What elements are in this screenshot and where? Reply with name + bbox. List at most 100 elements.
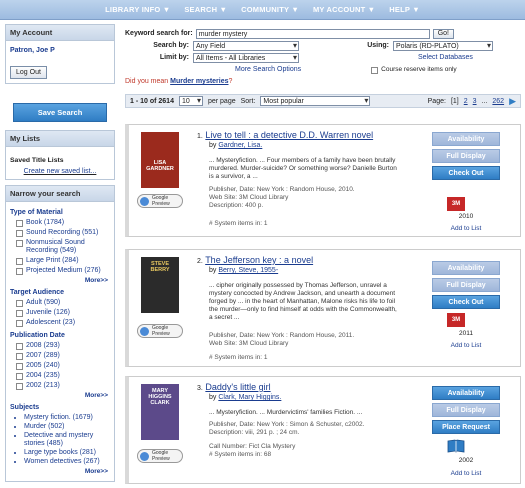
google-icon — [140, 197, 149, 206]
search-panel: Keyword search for: murder mystery Go! S… — [125, 28, 521, 88]
checkbox[interactable] — [16, 240, 23, 247]
result-actions: Availability Full Display Place Request — [432, 386, 500, 437]
subject-item[interactable]: Detective and mystery stories (485) — [24, 432, 110, 448]
facet-item[interactable]: 2002 (213) — [16, 382, 110, 390]
facet-item[interactable]: 2005 (240) — [16, 362, 110, 370]
did-you-mean-prefix: Did you mean — [125, 78, 169, 85]
author-link[interactable]: Berry, Steve, 1955- — [218, 267, 278, 274]
nav-search[interactable]: SEARCH ▼ — [184, 5, 227, 14]
facet-item[interactable]: Sound Recording (551) — [16, 229, 110, 237]
book-cover[interactable]: LISA GARDNER — [141, 132, 179, 188]
facet-item[interactable]: Projected Medium (276) — [16, 267, 110, 275]
subject-item[interactable]: Large type books (281) — [24, 449, 110, 457]
add-to-list-link[interactable]: Add to List — [432, 225, 500, 232]
facet-item[interactable]: Large Print (284) — [16, 257, 110, 265]
next-page-arrow-icon[interactable]: ▶ — [509, 96, 516, 107]
full-display-button[interactable]: Full Display — [432, 403, 500, 417]
pubdate-more-link[interactable]: More>> — [10, 392, 108, 399]
page-link[interactable]: 2 — [464, 98, 468, 105]
result-record: STEVE BERRY Google Preview 2. The Jeffer… — [125, 249, 521, 367]
author-link[interactable]: Gardner, Lisa. — [218, 142, 262, 149]
create-list-link[interactable]: Create new saved list... — [10, 168, 110, 175]
checkbox[interactable] — [16, 363, 23, 370]
course-reserve-checkbox[interactable] — [371, 66, 379, 74]
nav-community[interactable]: COMMUNITY ▼ — [241, 5, 299, 14]
check-out-button[interactable]: Check Out — [432, 295, 500, 309]
availability-button[interactable]: Availability — [432, 386, 500, 400]
my-lists-title: My Lists — [6, 131, 114, 147]
facet-item[interactable]: 2008 (293) — [16, 342, 110, 350]
add-to-list-link[interactable]: Add to List — [432, 342, 500, 349]
availability-button[interactable]: Availability — [432, 261, 500, 275]
checkbox[interactable] — [16, 258, 23, 265]
checkbox[interactable] — [16, 230, 23, 237]
select-databases-link[interactable]: Select Databases — [418, 54, 473, 61]
result-title-link[interactable]: Daddy's little girl — [205, 382, 270, 392]
checkbox[interactable] — [16, 310, 23, 317]
result-title-link[interactable]: The Jefferson key : a novel — [205, 255, 313, 265]
result-record: LISA GARDNER Google Preview 1. Live to t… — [125, 124, 521, 237]
go-button[interactable]: Go! — [432, 28, 454, 39]
google-preview-button[interactable]: Google Preview — [137, 194, 183, 208]
page-link[interactable]: 262 — [492, 98, 504, 105]
keyword-input[interactable]: murder mystery — [195, 28, 430, 39]
google-preview-button[interactable]: Google Preview — [137, 324, 183, 338]
result-author: by Clark, Mary Higgins. — [209, 394, 282, 401]
sort-select[interactable]: Most popular — [260, 96, 371, 106]
subject-item[interactable]: Women detectives (267) — [24, 458, 110, 466]
check-out-button[interactable]: Check Out — [432, 166, 500, 180]
nav-library-info[interactable]: LIBRARY INFO ▼ — [105, 5, 170, 14]
facet-item[interactable]: Juvenile (126) — [16, 309, 110, 317]
checkbox[interactable] — [16, 353, 23, 360]
google-preview-button[interactable]: Google Preview — [137, 449, 183, 463]
facet-item[interactable]: Nonmusical Sound Recording (549) — [16, 239, 110, 255]
3m-cloud-icon: 3M — [447, 313, 465, 327]
subjects-more-link[interactable]: More>> — [10, 468, 108, 475]
checkbox[interactable] — [16, 300, 23, 307]
material-more-link[interactable]: More>> — [10, 277, 108, 284]
sort-label: Sort: — [240, 97, 256, 105]
add-to-list-link[interactable]: Add to List — [432, 470, 500, 477]
my-account-box: My Account Patron, Joe P Log Out — [5, 24, 115, 84]
subjects-list: Mystery fiction. (1679) Murder (502) Det… — [24, 414, 110, 466]
more-search-options-link[interactable]: More Search Options — [235, 66, 301, 73]
result-author: by Berry, Steve, 1955- — [209, 267, 279, 274]
search-by-select[interactable]: Any Field — [193, 40, 299, 51]
page-link[interactable]: 3 — [473, 98, 477, 105]
checkbox[interactable] — [16, 320, 23, 327]
did-you-mean-link[interactable]: Murder mysteries — [170, 78, 228, 85]
checkbox[interactable] — [16, 343, 23, 350]
nav-help[interactable]: HELP ▼ — [389, 5, 420, 14]
full-display-button[interactable]: Full Display — [432, 278, 500, 292]
author-link[interactable]: Clark, Mary Higgins. — [218, 394, 281, 401]
3m-cloud-icon: 3M — [447, 197, 465, 211]
full-display-button[interactable]: Full Display — [432, 149, 500, 163]
availability-button[interactable]: Availability — [432, 132, 500, 146]
checkbox[interactable] — [16, 373, 23, 380]
checkbox[interactable] — [16, 268, 23, 275]
logout-button[interactable]: Log Out — [10, 66, 47, 79]
book-cover[interactable]: MARY HIGGINS CLARK — [141, 384, 179, 440]
place-request-button[interactable]: Place Request — [432, 420, 500, 434]
book-cover[interactable]: STEVE BERRY — [141, 257, 179, 313]
result-meta: Publisher, Date: New York : Random House… — [209, 186, 355, 209]
result-title-link[interactable]: Live to tell : a detective D.D. Warren n… — [205, 130, 373, 140]
page-label: Page: — [427, 97, 446, 105]
subject-item[interactable]: Murder (502) — [24, 423, 110, 431]
result-number: 1. — [197, 133, 203, 140]
my-lists-box: My Lists Saved Title Lists Create new sa… — [5, 130, 115, 180]
result-meta: Publisher, Date: New York : Simon & Schu… — [209, 421, 365, 436]
facet-item[interactable]: Book (1784) — [16, 219, 110, 227]
checkbox[interactable] — [16, 220, 23, 227]
save-search-button[interactable]: Save Search — [13, 103, 107, 122]
per-page-select[interactable]: 10 — [178, 96, 203, 106]
limit-by-select[interactable]: All Items - All Libraries — [193, 52, 299, 63]
checkbox[interactable] — [16, 383, 23, 390]
facet-item[interactable]: Adult (590) — [16, 299, 110, 307]
subject-item[interactable]: Mystery fiction. (1679) — [24, 414, 110, 422]
nav-my-account[interactable]: MY ACCOUNT ▼ — [313, 5, 375, 14]
using-select[interactable]: Polaris (RD-PLATO) — [393, 40, 493, 51]
facet-item[interactable]: Adolescent (23) — [16, 319, 110, 327]
facet-item[interactable]: 2007 (289) — [16, 352, 110, 360]
facet-item[interactable]: 2004 (235) — [16, 372, 110, 380]
